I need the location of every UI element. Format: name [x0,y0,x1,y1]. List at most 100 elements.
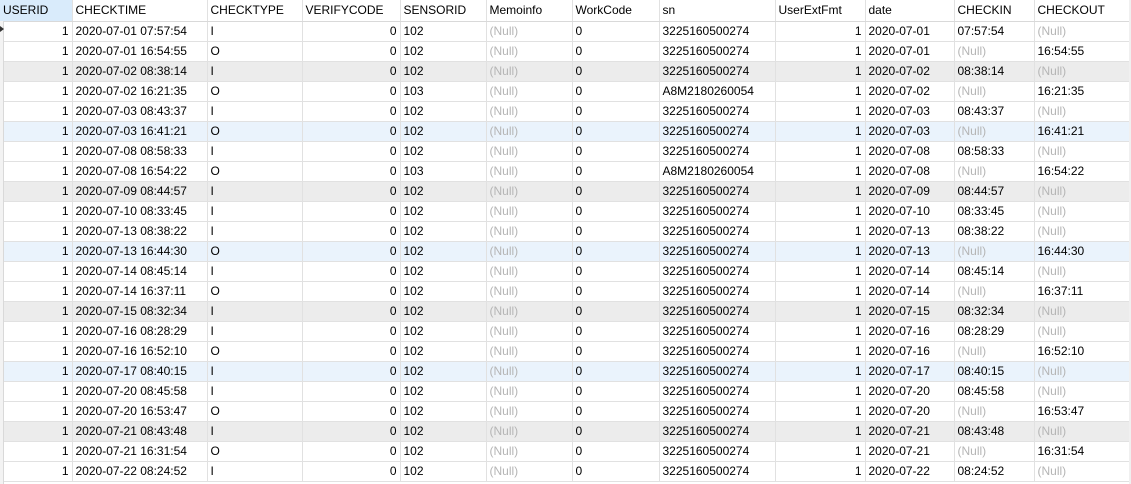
cell-sn[interactable]: A8M2180260054 [659,81,776,102]
cell-date[interactable]: 2020-07-03 [865,121,955,142]
cell-checktype[interactable]: O [207,401,303,422]
cell-checktype[interactable]: I [207,301,303,322]
cell-checktime[interactable]: 2020-07-02 16:21:35 [72,81,208,102]
cell-sensorid[interactable]: 102 [400,101,487,122]
cell-workcode[interactable]: 0 [572,221,660,242]
cell-checktime[interactable]: 2020-07-20 16:53:47 [72,401,208,422]
column-header-userid[interactable]: USERID [0,0,73,22]
cell-checkin[interactable]: 08:44:57 [954,181,1035,202]
cell-checkout[interactable]: 16:41:21 [1034,121,1130,142]
cell-workcode[interactable]: 0 [572,61,660,82]
cell-memoinfo[interactable]: (Null) [486,341,573,362]
cell-workcode[interactable]: 0 [572,281,660,302]
cell-sensorid[interactable]: 102 [400,341,487,362]
cell-checkout[interactable]: (Null) [1034,181,1130,202]
table-row[interactable]: 1 2020-07-02 08:38:14 I 0 102 (Null) 0 32251605… [0,61,1130,82]
cell-date[interactable]: 2020-07-02 [865,81,955,102]
cell-userextfmt[interactable]: 1 [775,221,866,242]
cell-userextfmt[interactable]: 1 [775,401,866,422]
cell-checktype[interactable]: O [207,81,303,102]
cell-checkout[interactable]: 16:37:11 [1034,281,1130,302]
table-row[interactable]: 1 2020-07-20 16:53:47 O 0 102 (Null) 0 32251605… [0,401,1130,422]
cell-checkout[interactable]: 16:44:30 [1034,241,1130,262]
cell-checktype[interactable]: O [207,161,303,182]
cell-checkout[interactable]: 16:21:35 [1034,81,1130,102]
cell-sn[interactable]: 3225160500274 [659,461,776,482]
cell-sensorid[interactable]: 102 [400,401,487,422]
cell-userextfmt[interactable]: 1 [775,121,866,142]
cell-userextfmt[interactable]: 1 [775,461,866,482]
cell-checktime[interactable]: 2020-07-16 16:52:10 [72,341,208,362]
data-table[interactable]: USERID CHECKTIME CHECKTYPE VERIFYCODE SENSOR… [0,0,1130,482]
cell-checkout[interactable]: (Null) [1034,261,1130,282]
cell-sn[interactable]: 3225160500274 [659,361,776,382]
cell-verifycode[interactable]: 0 [302,401,401,422]
table-row[interactable]: 1 2020-07-03 16:41:21 O 0 102 (Null) 0 32251605… [0,121,1130,142]
cell-sensorid[interactable]: 102 [400,281,487,302]
cell-sensorid[interactable]: 102 [400,41,487,62]
cell-checktime[interactable]: 2020-07-10 08:33:45 [72,201,208,222]
cell-sn[interactable]: 3225160500274 [659,401,776,422]
cell-userid[interactable]: 1 [0,61,73,82]
cell-memoinfo[interactable]: (Null) [486,421,573,442]
cell-userextfmt[interactable]: 1 [775,441,866,462]
table-row[interactable]: 1 2020-07-08 08:58:33 I 0 102 (Null) 0 32251605… [0,141,1130,162]
cell-date[interactable]: 2020-07-16 [865,341,955,362]
cell-sensorid[interactable]: 102 [400,201,487,222]
cell-checkout[interactable]: (Null) [1034,141,1130,162]
cell-userextfmt[interactable]: 1 [775,81,866,102]
column-header-sensorid[interactable]: SENSORID [400,0,487,22]
table-row[interactable]: 1 2020-07-16 08:28:29 I 0 102 (Null) 0 32251605… [0,321,1130,342]
cell-checktime[interactable]: 2020-07-03 16:41:21 [72,121,208,142]
cell-checkin[interactable]: (Null) [954,41,1035,62]
column-header-checkout[interactable]: CHECKOUT [1034,0,1130,22]
cell-workcode[interactable]: 0 [572,441,660,462]
cell-userextfmt[interactable]: 1 [775,261,866,282]
cell-userid[interactable]: 1 [0,21,73,42]
table-row[interactable]: 1 2020-07-22 08:24:52 I 0 102 (Null) 0 32251605… [0,461,1130,482]
column-header-checktime[interactable]: CHECKTIME [72,0,208,22]
cell-checktype[interactable]: I [207,261,303,282]
cell-sn[interactable]: 3225160500274 [659,321,776,342]
cell-verifycode[interactable]: 0 [302,341,401,362]
results-grid[interactable]: USERID CHECKTIME CHECKTYPE VERIFYCODE SENSOR… [0,0,1131,484]
table-row[interactable]: 1 2020-07-14 16:37:11 O 0 102 (Null) 0 32251605… [0,281,1130,302]
cell-verifycode[interactable]: 0 [302,141,401,162]
cell-checktime[interactable]: 2020-07-16 08:28:29 [72,321,208,342]
cell-checkin[interactable]: (Null) [954,401,1035,422]
cell-checktime[interactable]: 2020-07-22 08:24:52 [72,461,208,482]
cell-memoinfo[interactable]: (Null) [486,221,573,242]
cell-userextfmt[interactable]: 1 [775,41,866,62]
cell-sn[interactable]: 3225160500274 [659,141,776,162]
cell-checkin[interactable]: 08:28:29 [954,321,1035,342]
cell-checktime[interactable]: 2020-07-03 08:43:37 [72,101,208,122]
table-row[interactable]: 1 2020-07-10 08:33:45 I 0 102 (Null) 0 32251605… [0,201,1130,222]
cell-checkout[interactable]: (Null) [1034,21,1130,42]
cell-sn[interactable]: 3225160500274 [659,241,776,262]
cell-memoinfo[interactable]: (Null) [486,141,573,162]
cell-workcode[interactable]: 0 [572,341,660,362]
cell-sensorid[interactable]: 102 [400,321,487,342]
cell-checkout[interactable]: (Null) [1034,301,1130,322]
cell-verifycode[interactable]: 0 [302,221,401,242]
cell-memoinfo[interactable]: (Null) [486,281,573,302]
cell-memoinfo[interactable]: (Null) [486,101,573,122]
cell-sn[interactable]: A8M2180260054 [659,161,776,182]
cell-workcode[interactable]: 0 [572,241,660,262]
cell-sn[interactable]: 3225160500274 [659,201,776,222]
cell-memoinfo[interactable]: (Null) [486,461,573,482]
column-header-date[interactable]: date [865,0,955,22]
cell-date[interactable]: 2020-07-01 [865,41,955,62]
cell-sn[interactable]: 3225160500274 [659,341,776,362]
cell-userextfmt[interactable]: 1 [775,21,866,42]
cell-workcode[interactable]: 0 [572,421,660,442]
cell-checktype[interactable]: I [207,181,303,202]
cell-verifycode[interactable]: 0 [302,421,401,442]
cell-sn[interactable]: 3225160500274 [659,61,776,82]
cell-date[interactable]: 2020-07-22 [865,461,955,482]
cell-date[interactable]: 2020-07-08 [865,161,955,182]
cell-checktype[interactable]: I [207,141,303,162]
cell-verifycode[interactable]: 0 [302,21,401,42]
cell-checktime[interactable]: 2020-07-14 08:45:14 [72,261,208,282]
cell-userid[interactable]: 1 [0,461,73,482]
